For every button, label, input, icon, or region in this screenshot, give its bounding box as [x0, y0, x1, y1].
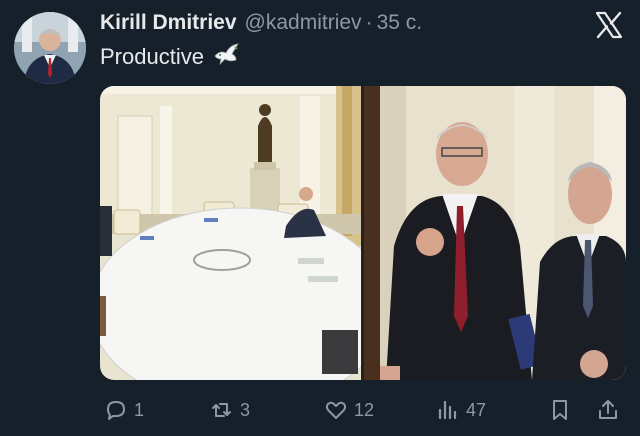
author-handle[interactable]: @kadmitriev	[245, 11, 362, 35]
two-men-photo[interactable]	[364, 86, 626, 380]
views-button[interactable]: 47	[436, 396, 486, 424]
meeting-room-photo[interactable]	[100, 86, 361, 380]
bookmark-icon	[553, 400, 567, 420]
like-count: 12	[354, 399, 375, 420]
tweet-text-content: Productive	[100, 44, 204, 69]
reply-icon	[107, 401, 125, 420]
tweet-actions: 1 3 12 47	[100, 396, 628, 424]
retweet-button[interactable]: 3	[210, 396, 250, 424]
tweet-text: Productive	[100, 42, 240, 72]
x-logo-icon[interactable]	[594, 10, 624, 40]
author-avatar[interactable]	[14, 12, 86, 84]
tweet-header: Kirill Dmitriev @kadmitriev · 35 с.	[100, 11, 422, 37]
share-button[interactable]	[596, 396, 620, 424]
heart-icon	[325, 401, 347, 419]
avatar-photo	[14, 12, 86, 84]
tweet-timestamp[interactable]: 35 с.	[377, 11, 423, 35]
views-count: 47	[466, 399, 487, 420]
retweet-count: 3	[240, 399, 251, 420]
header-separator: ·	[365, 11, 373, 34]
reply-button[interactable]: 1	[104, 396, 144, 424]
dove-icon	[212, 42, 240, 72]
like-button[interactable]: 12	[324, 396, 374, 424]
author-name[interactable]: Kirill Dmitriev	[100, 11, 237, 35]
tweet-media[interactable]	[100, 86, 626, 380]
retweet-icon	[212, 403, 231, 417]
views-chart-icon	[438, 400, 457, 420]
reply-count: 1	[134, 399, 145, 420]
share-icon	[599, 400, 617, 419]
bookmark-button[interactable]	[548, 396, 572, 424]
